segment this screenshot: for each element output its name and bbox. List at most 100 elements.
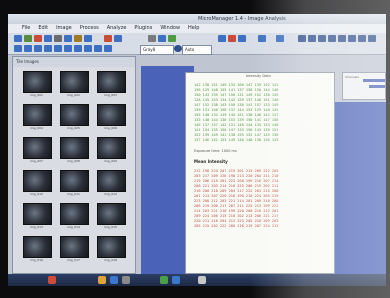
image-thumbnail[interactable]	[60, 236, 89, 258]
image-thumbnail[interactable]	[23, 203, 52, 225]
menu-item-edit[interactable]: Edit	[38, 24, 48, 33]
thumbnail-label: img_016	[30, 258, 43, 262]
image-thumbnail[interactable]	[23, 104, 52, 126]
tool-icon-16[interactable]	[84, 45, 92, 52]
taskbar	[8, 274, 386, 286]
app-icon[interactable]	[110, 276, 118, 284]
menu-item-plugins[interactable]: Plugins	[134, 24, 152, 33]
shutter-icon[interactable]	[158, 35, 166, 42]
thumbnail-label: img_004	[30, 126, 43, 130]
menu-item-image[interactable]: Image	[56, 24, 72, 33]
section-title: Mean Intensity	[194, 159, 228, 164]
settings-icon[interactable]	[148, 35, 156, 42]
open-icon[interactable]	[14, 35, 22, 42]
tool-icon-7[interactable]	[358, 35, 366, 42]
title-bar: MicroManager 1.4 - Image Analysis	[8, 14, 386, 24]
image-thumbnail[interactable]	[60, 170, 89, 192]
tool-icon-8[interactable]	[368, 35, 376, 42]
album-icon[interactable]	[64, 35, 72, 42]
image-thumbnail[interactable]	[60, 203, 89, 225]
image-thumbnail[interactable]	[60, 104, 89, 126]
tool-icon-18[interactable]	[104, 45, 112, 52]
stop-icon[interactable]	[104, 35, 112, 42]
workspace-background-right	[332, 102, 386, 280]
image-thumbnail[interactable]	[23, 137, 52, 159]
image-thumbnail[interactable]	[97, 203, 126, 225]
thumbnail-label: img_010	[30, 192, 43, 196]
thumbnail-panel-header: Tile Images	[13, 57, 135, 67]
snap-icon[interactable]	[44, 35, 52, 42]
tool-icon-1[interactable]	[298, 35, 306, 42]
thumbnail-label: img_001	[30, 93, 43, 97]
thumbnail-label: img_012	[104, 192, 117, 196]
thumbnail-label: img_017	[67, 258, 80, 262]
tool-icon-9[interactable]	[14, 45, 22, 52]
zoom-icon[interactable]	[84, 35, 92, 42]
app-icon[interactable]	[122, 276, 130, 284]
thumbnail-label: img_011	[67, 192, 80, 196]
tool-icon-12[interactable]	[44, 45, 52, 52]
grid-icon[interactable]	[238, 35, 246, 42]
data-sheet: Intensity Data 142 138 151 149 133 160 1…	[185, 72, 335, 274]
sheet-tab-label[interactable]: Intensity Data	[246, 74, 271, 78]
menu-bar: File Edit Image Process Analyze Plugins …	[8, 24, 386, 33]
app-icon[interactable]	[198, 276, 206, 284]
run-icon[interactable]	[168, 35, 176, 42]
stage-icon[interactable]	[114, 35, 122, 42]
binning-select[interactable]: Auto	[182, 45, 212, 55]
thumbnail-label: img_006	[104, 126, 117, 130]
image-thumbnail[interactable]	[23, 71, 52, 93]
shutter-toggle-icon[interactable]	[174, 45, 182, 52]
histogram-icon[interactable]	[218, 35, 226, 42]
channel-bar[interactable]	[369, 85, 385, 88]
image-thumbnail[interactable]	[97, 236, 126, 258]
menu-item-window[interactable]: Window	[160, 24, 180, 33]
image-thumbnail[interactable]	[97, 137, 126, 159]
grid-row: 205 215 202 222 208 210 219 207 224 213	[194, 224, 279, 228]
image-thumbnail[interactable]	[97, 170, 126, 192]
app-icon[interactable]	[98, 276, 106, 284]
thumbnail-panel: Tile Images img_001 img_002 img_003 img_004…	[12, 56, 136, 274]
tool-icon-3[interactable]	[318, 35, 326, 42]
tool-icon-17[interactable]	[94, 45, 102, 52]
color-icon[interactable]	[228, 35, 236, 42]
pixel-type-select[interactable]: Gray8	[140, 45, 174, 55]
live-icon[interactable]	[54, 35, 62, 42]
menu-item-process[interactable]: Process	[80, 24, 99, 33]
thumbnail-label: img_013	[30, 225, 43, 229]
table-icon[interactable]	[276, 35, 284, 42]
channel-bar[interactable]	[363, 79, 385, 82]
menu-item-analyze[interactable]: Analyze	[107, 24, 127, 33]
tool-icon-4[interactable]	[328, 35, 336, 42]
tool-icon-14[interactable]	[64, 45, 72, 52]
image-thumbnail[interactable]	[60, 71, 89, 93]
tool-icon-15[interactable]	[74, 45, 82, 52]
app-icon[interactable]	[48, 276, 56, 284]
app-icon[interactable]	[172, 276, 180, 284]
tool-icon-6[interactable]	[348, 35, 356, 42]
layout-icon[interactable]	[258, 35, 266, 42]
save-icon[interactable]	[24, 35, 32, 42]
image-thumbnail[interactable]	[60, 137, 89, 159]
record-icon[interactable]	[34, 35, 42, 42]
tool-icon-10[interactable]	[24, 45, 32, 52]
tool-icon-2[interactable]	[308, 35, 316, 42]
roi-icon[interactable]	[74, 35, 82, 42]
grid-row: 137 146 142 153 149 140 148 138 156 143	[194, 138, 279, 142]
tool-icon-13[interactable]	[54, 45, 62, 52]
image-thumbnail[interactable]	[23, 236, 52, 258]
tool-icon-5[interactable]	[338, 35, 346, 42]
monitor-screen: MicroManager 1.4 - Image Analysis File E…	[8, 14, 386, 286]
menu-item-help[interactable]: Help	[188, 24, 199, 33]
tool-icon-11[interactable]	[34, 45, 42, 52]
image-thumbnail[interactable]	[97, 104, 126, 126]
app-icon[interactable]	[160, 276, 168, 284]
green-data-grid: 142 138 151 149 133 160 147 139 152 141 1…	[194, 83, 278, 143]
red-data-grid: 212 198 224 207 219 201 215 209 222 205 2…	[194, 169, 278, 229]
image-thumbnail[interactable]	[97, 71, 126, 93]
thumbnail-label: img_005	[67, 126, 80, 130]
thumbnail-label: img_002	[67, 93, 80, 97]
image-thumbnail[interactable]	[23, 170, 52, 192]
thumbnail-label: img_003	[104, 93, 117, 97]
menu-item-file[interactable]: File	[22, 24, 30, 33]
